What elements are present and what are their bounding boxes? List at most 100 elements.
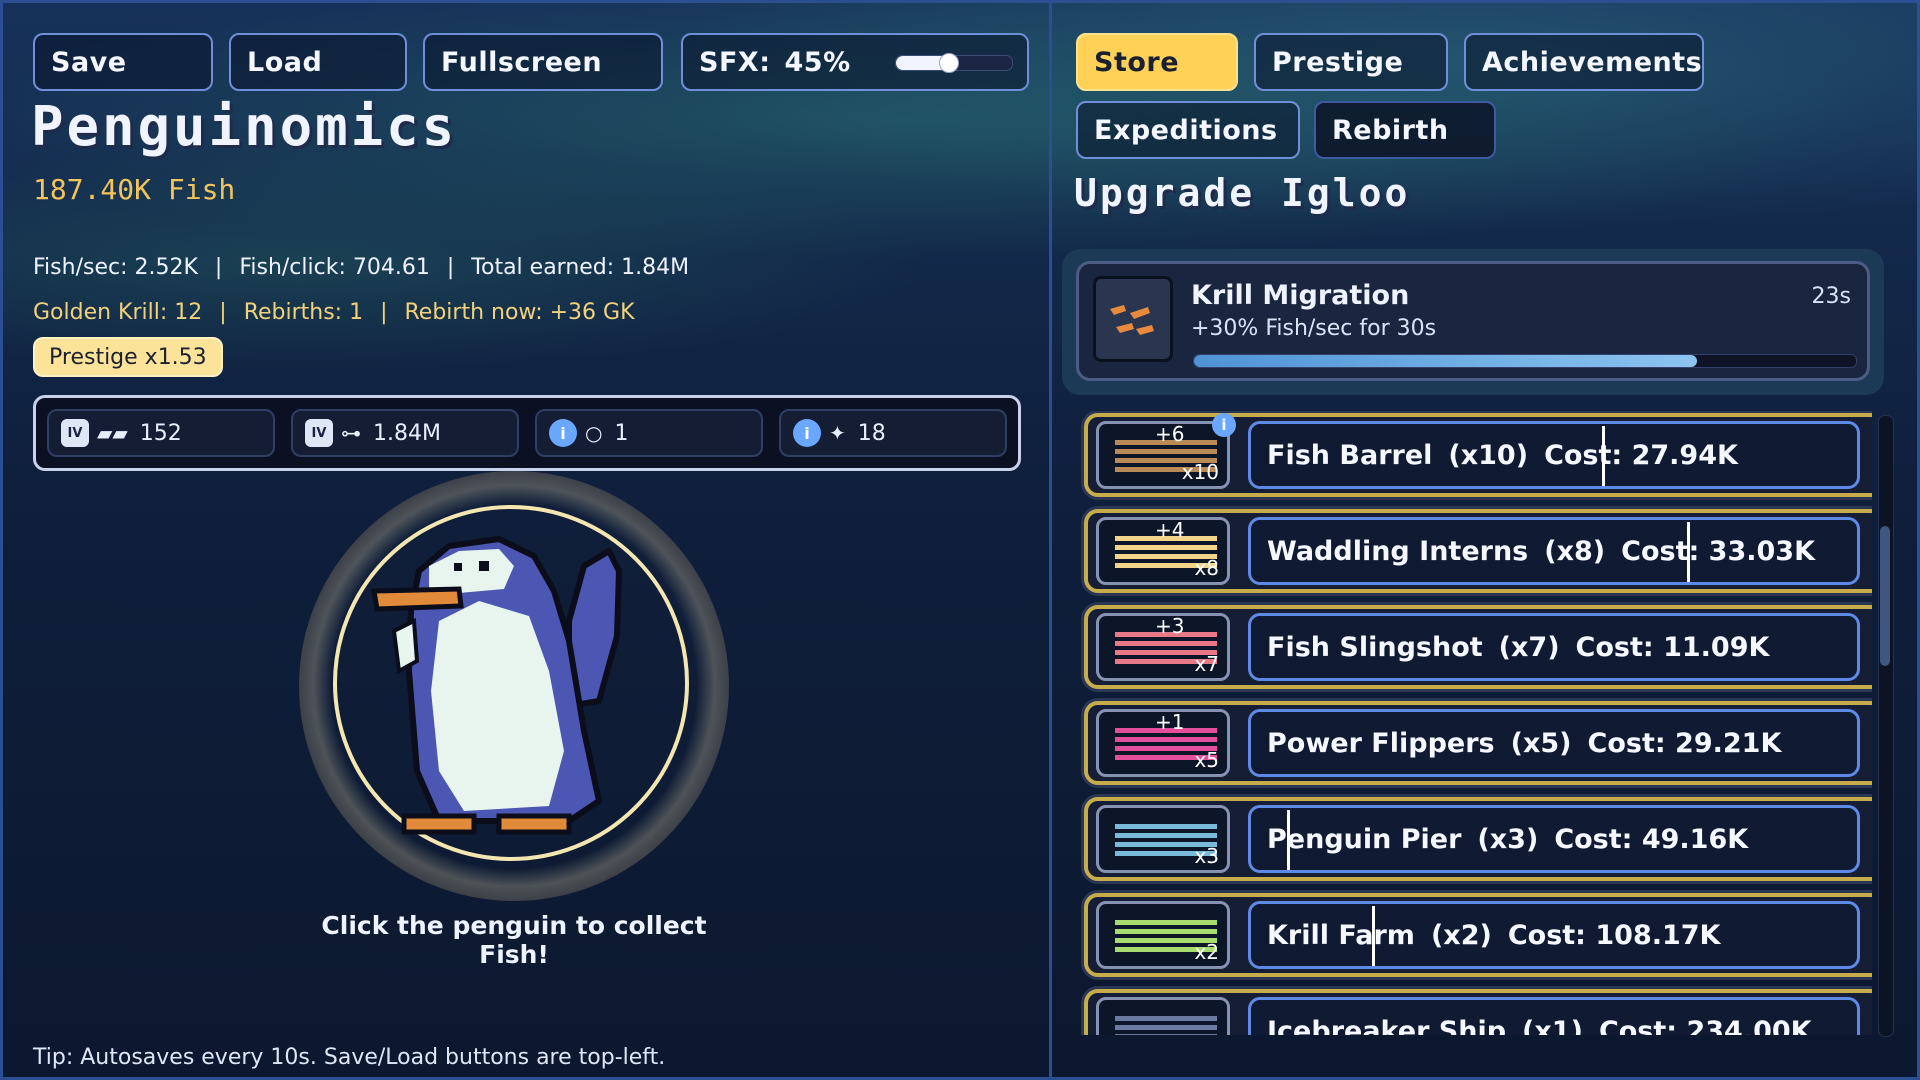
sfx-control: SFX: 45% (681, 33, 1029, 91)
item-name: Fish Barrel (1267, 439, 1433, 471)
resource-value: 1 (614, 420, 629, 446)
scrollbar-thumb[interactable] (1880, 526, 1890, 666)
event-card: Krill Migration +30% Fish/sec for 30s 23… (1076, 261, 1870, 381)
store-item-card[interactable]: x3 Penguin Pier (x3) Cost: 49.16K (1084, 797, 1872, 881)
fish-per-click: Fish/click: 704.61 (239, 255, 430, 280)
item-buy-button[interactable]: Waddling Interns (x8) Cost: 33.03K (1248, 517, 1860, 585)
item-thumbnail: +3 x7 (1096, 613, 1230, 681)
separator: | (446, 255, 455, 280)
item-progress-marker (1687, 522, 1691, 582)
item-name: Krill Farm (1267, 919, 1415, 951)
click-hint: Click the penguin to collect Fish! (321, 911, 707, 969)
stats-line-prestige: Golden Krill: 12 | Rebirths: 1 | Rebirth… (33, 300, 635, 325)
sfx-slider-knob[interactable] (939, 53, 960, 73)
stats-line-production: Fish/sec: 2.52K | Fish/click: 704.61 | T… (33, 255, 689, 280)
resource-chip: IV ⊶ 1.84M (291, 409, 519, 457)
rebirth-now: Rebirth now: +36 GK (404, 300, 635, 325)
tab-expeditions[interactable]: Expeditions (1076, 101, 1300, 159)
resource-symbol-icon: ⊶ (341, 421, 361, 445)
store-item-card[interactable]: +4 x8 Waddling Interns (x8) Cost: 33.03K (1084, 509, 1872, 593)
event-progress-fill (1194, 355, 1698, 367)
fish-total: 187.40K Fish (33, 173, 236, 206)
separator: | (219, 300, 227, 325)
item-name: Penguin Pier (1267, 823, 1462, 855)
item-bonus: +6 (1155, 422, 1185, 446)
item-name: Fish Slingshot (1267, 631, 1483, 663)
golden-krill: Golden Krill: 12 (33, 300, 203, 325)
scrollbar-track[interactable] (1878, 415, 1894, 1037)
event-progress-track (1193, 354, 1857, 368)
item-progress-marker (1287, 810, 1291, 870)
item-thumbnail: x2 (1096, 901, 1230, 969)
rank-iv-icon: IV (305, 419, 333, 447)
info-icon: i (793, 419, 821, 447)
item-icon (1115, 1016, 1217, 1035)
item-owned-count: x7 (1194, 652, 1219, 676)
item-quantity: (x3) (1477, 823, 1539, 855)
item-bonus: +3 (1155, 614, 1185, 638)
event-title: Krill Migration (1191, 280, 1410, 311)
tab-rebirth[interactable]: Rebirth (1314, 101, 1496, 159)
fish-per-sec: Fish/sec: 2.52K (33, 255, 198, 280)
store-item-card[interactable]: +1 x5 Power Flippers (x5) Cost: 29.21K (1084, 701, 1872, 785)
fullscreen-button[interactable]: Fullscreen (423, 33, 663, 91)
game-panel: Save Load Fullscreen SFX: 45% Penguinomi… (0, 0, 1052, 1080)
autosave-tip: Tip: Autosaves every 10s. Save/Load butt… (33, 1045, 666, 1070)
event-banner: Krill Migration +30% Fish/sec for 30s 23… (1062, 249, 1884, 395)
krill-icon (1093, 276, 1173, 362)
item-owned-count: x5 (1194, 748, 1219, 772)
store-item-card[interactable]: Icebreaker Ship (x1) Cost: 234.00K (1084, 989, 1872, 1035)
load-button[interactable]: Load (229, 33, 407, 91)
resource-value: 18 (857, 420, 886, 446)
resource-symbol-icon: ✦ (829, 421, 846, 445)
item-thumbnail: x3 (1096, 805, 1230, 873)
event-description: +30% Fish/sec for 30s (1191, 316, 1437, 341)
item-thumbnail: +6 x10 (1096, 421, 1230, 489)
resource-value: 1.84M (373, 420, 441, 446)
item-bonus: +1 (1155, 710, 1185, 734)
prestige-badge: Prestige x1.53 (33, 337, 223, 377)
penguin-click-target[interactable] (299, 471, 729, 901)
item-cost: Cost: 11.09K (1575, 631, 1770, 663)
item-cost: Cost: 29.21K (1587, 727, 1782, 759)
item-cost: Cost: 33.03K (1621, 535, 1816, 567)
item-cost: Cost: 27.94K (1544, 439, 1738, 471)
item-owned-count: x8 (1194, 556, 1219, 580)
item-buy-button[interactable]: Icebreaker Ship (x1) Cost: 234.00K (1248, 997, 1860, 1035)
tab-store[interactable]: Store (1076, 33, 1238, 91)
item-cost: Cost: 108.17K (1507, 919, 1721, 951)
store-heading: Upgrade Igloo (1074, 171, 1411, 215)
item-quantity: (x8) (1544, 535, 1606, 567)
item-progress-marker (1602, 426, 1606, 486)
rebirths-count: Rebirths: 1 (243, 300, 364, 325)
store-item-card[interactable]: +3 x7 Fish Slingshot (x7) Cost: 11.09K (1084, 605, 1872, 689)
item-buy-button[interactable]: Fish Slingshot (x7) Cost: 11.09K (1248, 613, 1860, 681)
resource-chip: i ✦ 18 (779, 409, 1007, 457)
sfx-slider[interactable] (895, 53, 1013, 73)
store-item-card[interactable]: +6 x10 i Fish Barrel (x10) Cost: 27.94K (1084, 413, 1872, 497)
item-progress-marker (1372, 906, 1376, 966)
resource-chip: IV ▰▰ 152 (47, 409, 275, 457)
penguin-sprite (371, 535, 623, 835)
info-icon: i (549, 419, 577, 447)
store-item-card[interactable]: x2 Krill Farm (x2) Cost: 108.17K (1084, 893, 1872, 977)
item-buy-button[interactable]: Power Flippers (x5) Cost: 29.21K (1248, 709, 1860, 777)
item-cost: Cost: 49.16K (1554, 823, 1749, 855)
separator: | (380, 300, 388, 325)
item-quantity: (x7) (1498, 631, 1560, 663)
item-quantity: (x1) (1522, 1015, 1583, 1036)
item-owned-count: x10 (1181, 460, 1219, 484)
tab-achievements[interactable]: Achievements (1464, 33, 1704, 91)
item-thumbnail (1096, 997, 1230, 1035)
item-name: Waddling Interns (1267, 535, 1529, 567)
item-buy-button[interactable]: Fish Barrel (x10) Cost: 27.94K (1248, 421, 1860, 489)
item-buy-button[interactable]: Krill Farm (x2) Cost: 108.17K (1248, 901, 1860, 969)
tab-prestige[interactable]: Prestige (1254, 33, 1448, 91)
store-list[interactable]: +6 x10 i Fish Barrel (x10) Cost: 27.94K +4 x8 Wa… (1052, 411, 1872, 1035)
game-title: Penguinomics (31, 95, 458, 158)
info-icon[interactable]: i (1212, 413, 1236, 437)
resource-chip: i ○ 1 (535, 409, 763, 457)
item-buy-button[interactable]: Penguin Pier (x3) Cost: 49.16K (1248, 805, 1860, 873)
save-button[interactable]: Save (33, 33, 213, 91)
item-quantity: (x10) (1448, 439, 1529, 471)
